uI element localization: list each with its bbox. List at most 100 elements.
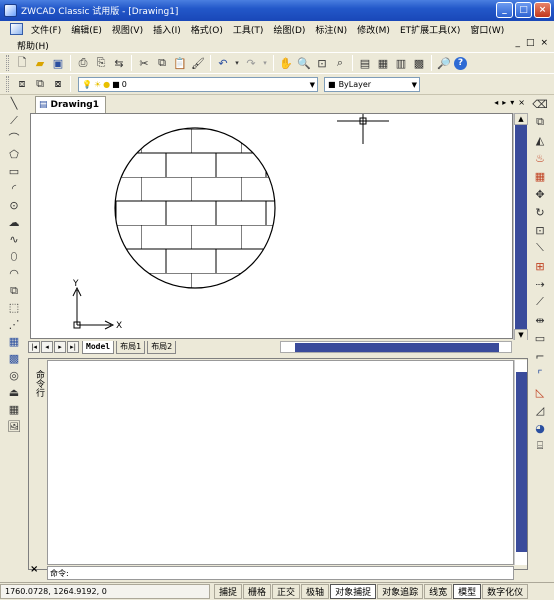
insert-block-icon[interactable]: ⧉ <box>6 282 22 299</box>
command-scroll-thumb[interactable] <box>516 372 527 552</box>
menu-format[interactable]: 格式(O) <box>186 23 228 36</box>
cloud-icon[interactable]: ☁ <box>6 214 22 231</box>
model-toggle[interactable]: 模型 <box>453 584 482 599</box>
scale-icon[interactable]: ⊡ <box>532 221 548 239</box>
command-input[interactable]: 命令: <box>47 566 514 580</box>
menu-help[interactable]: 帮助(H) <box>12 39 54 52</box>
color-combo[interactable]: ■ ByLayer ▼ <box>324 76 420 92</box>
rotate-icon[interactable]: ↻ <box>532 203 548 221</box>
make-block-icon[interactable]: ⬚ <box>6 299 22 316</box>
layer-manager-icon[interactable]: ⧈ <box>14 76 30 92</box>
extend-icon[interactable]: ⇢ <box>532 275 548 293</box>
zwcad-app-icon[interactable] <box>4 4 17 17</box>
stretch-icon[interactable]: ⟍ <box>532 239 548 257</box>
close-button[interactable]: × <box>534 2 551 18</box>
snap-toggle[interactable]: 捕捉 <box>214 584 243 599</box>
toolbar-grip[interactable] <box>6 55 9 71</box>
zoom-previous-icon[interactable]: ⌕ <box>332 55 348 71</box>
menu-insert[interactable]: 插入(I) <box>148 23 186 36</box>
join-icon[interactable]: ⇹ <box>532 311 548 329</box>
copy-object-icon[interactable]: ⧉ <box>532 113 548 131</box>
zoom-window-icon[interactable]: ⊡ <box>314 55 330 71</box>
break-icon[interactable]: ⟋ <box>532 293 548 311</box>
point-icon[interactable]: ⋰ <box>6 316 22 333</box>
command-history[interactable] <box>47 360 514 565</box>
tool-palette-icon[interactable]: ▥ <box>393 55 409 71</box>
properties-modify-icon[interactable]: ⌸ <box>532 437 548 455</box>
drawing-canvas[interactable]: Y X <box>30 113 513 339</box>
maximize-button[interactable]: □ <box>515 2 532 18</box>
pan-icon[interactable]: ✋ <box>278 55 294 71</box>
offset-icon[interactable]: ♨ <box>532 149 548 167</box>
mdi-close-button[interactable]: × <box>540 38 548 48</box>
last-layout-icon[interactable]: ▸| <box>67 341 79 353</box>
publish-icon[interactable]: ⇆ <box>111 55 127 71</box>
match-properties-icon[interactable]: 🖌 <box>190 55 206 71</box>
line-icon[interactable]: ╲ <box>6 95 22 112</box>
toolbar-grip[interactable] <box>6 76 9 92</box>
copy-icon[interactable]: ⧉ <box>154 55 170 71</box>
otrack-toggle[interactable]: 对象追踪 <box>377 584 424 599</box>
region-icon[interactable]: ◎ <box>6 367 22 384</box>
redo-icon[interactable]: ↷ <box>243 55 259 71</box>
tab-next-icon[interactable]: ▸ <box>502 98 506 107</box>
menu-modify[interactable]: 修改(M) <box>352 23 395 36</box>
rectangle-icon[interactable]: ▭ <box>6 163 22 180</box>
menu-draw[interactable]: 绘图(D) <box>268 23 310 36</box>
scroll-thumb[interactable] <box>515 125 527 329</box>
grid-toggle[interactable]: 栅格 <box>243 584 272 599</box>
mtext-icon[interactable]: 🖼 <box>6 418 22 435</box>
tab-drawing1[interactable]: ▤ Drawing1 <box>35 95 107 113</box>
document-icon[interactable] <box>10 23 23 35</box>
tab-prev-icon[interactable]: ◂ <box>494 98 498 107</box>
design-center-icon[interactable]: ▦ <box>375 55 391 71</box>
tab-model[interactable]: Model <box>82 340 115 354</box>
print-preview-icon[interactable]: ⎘ <box>93 55 109 71</box>
first-layout-icon[interactable]: |◂ <box>28 341 40 353</box>
scroll-up-icon[interactable]: ▲ <box>514 113 528 125</box>
print-icon[interactable]: ⎙ <box>75 55 91 71</box>
layer-states-icon[interactable]: ⧇ <box>50 76 66 92</box>
prev-layout-icon[interactable]: ◂ <box>41 341 53 353</box>
search-icon[interactable]: 🔎 <box>436 55 452 71</box>
zoom-realtime-icon[interactable]: 🔍 <box>296 55 312 71</box>
canvas-vertical-scrollbar[interactable]: ▲ ▼ <box>513 113 528 341</box>
circle-icon[interactable]: ⊙ <box>6 197 22 214</box>
ellipse-icon[interactable]: ⬯ <box>6 248 22 265</box>
command-scrollbar[interactable] <box>514 360 527 565</box>
chamfer-icon[interactable]: ⌐ <box>532 347 548 365</box>
save-icon[interactable]: ▣ <box>50 55 66 71</box>
lengthen-icon[interactable]: ◺ <box>532 383 548 401</box>
menu-window[interactable]: 窗口(W) <box>465 23 509 36</box>
paste-icon[interactable]: 📋 <box>172 55 188 71</box>
spline-icon[interactable]: ∿ <box>6 231 22 248</box>
mirror-icon[interactable]: ◭ <box>532 131 548 149</box>
gradient-icon[interactable]: ▩ <box>6 350 22 367</box>
menu-dimension[interactable]: 标注(N) <box>310 23 352 36</box>
redo-dropdown-icon[interactable]: ▾ <box>261 55 269 71</box>
menu-et-tools[interactable]: ET扩展工具(X) <box>395 23 465 36</box>
coordinate-display[interactable]: 1760.0728, 1264.9192, 0 <box>0 584 210 599</box>
mdi-restore-button[interactable]: □ <box>526 38 535 48</box>
hatch-icon[interactable]: ▦ <box>6 333 22 350</box>
menu-view[interactable]: 视图(V) <box>107 23 148 36</box>
ortho-toggle[interactable]: 正交 <box>272 584 301 599</box>
command-close-icon[interactable]: × <box>30 564 38 575</box>
polyline-icon[interactable]: ⌒ <box>6 129 22 146</box>
menu-edit[interactable]: 编辑(E) <box>66 23 107 36</box>
polar-toggle[interactable]: 极轴 <box>301 584 330 599</box>
layer-combo[interactable]: 💡 ☀ ● ■ 0 ▼ <box>78 76 318 92</box>
wipeout-icon[interactable]: ⏏ <box>6 384 22 401</box>
mdi-minimize-button[interactable]: _ <box>515 38 520 48</box>
edit-polyline-icon[interactable]: ◿ <box>532 401 548 419</box>
tab-layout2[interactable]: 布局2 <box>147 340 177 354</box>
erase-icon[interactable]: ⌫ <box>532 95 548 113</box>
cut-icon[interactable]: ✂ <box>136 55 152 71</box>
table-icon[interactable]: ▦ <box>6 401 22 418</box>
trim-icon[interactable]: ⊞ <box>532 257 548 275</box>
ellipse-arc-icon[interactable]: ◠ <box>6 265 22 282</box>
calculator-icon[interactable]: ▩ <box>411 55 427 71</box>
canvas-horizontal-scrollbar[interactable] <box>280 341 512 353</box>
explode-icon[interactable]: ◕ <box>532 419 548 437</box>
polygon-icon[interactable]: ⬠ <box>6 146 22 163</box>
